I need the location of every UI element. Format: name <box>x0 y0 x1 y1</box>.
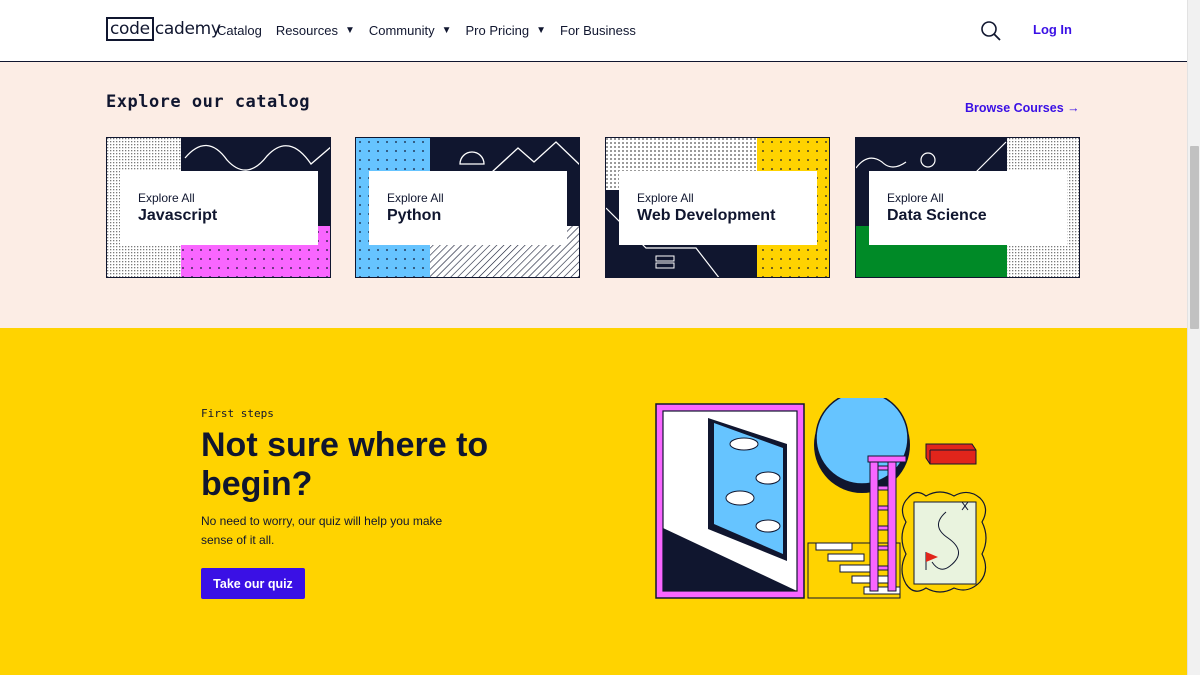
nav-link-resources[interactable]: Resources ▼ <box>276 23 355 38</box>
nav-link-community[interactable]: Community ▼ <box>369 23 452 38</box>
page-scrollbar[interactable] <box>1187 0 1200 675</box>
card-title: Data Science <box>887 207 987 224</box>
codecademy-logo[interactable]: code cademy <box>106 17 221 41</box>
login-link[interactable]: Log In <box>1033 22 1072 37</box>
caret-down-icon: ▼ <box>536 25 546 36</box>
nav-link-label: Community <box>368 23 435 38</box>
search-button[interactable] <box>980 20 1002 42</box>
top-navbar: code cademy Catalog Resources ▼ Communit… <box>0 0 1187 62</box>
quiz-description: No need to worry, our quiz will help you… <box>201 514 443 547</box>
card-title: Javascript <box>138 207 218 224</box>
logo-box-text: code <box>106 17 154 41</box>
first-steps-eyebrow: First steps <box>201 407 274 420</box>
card-subtitle: Explore All <box>387 191 444 205</box>
nav-link-for-business[interactable]: For Business <box>560 23 636 38</box>
card-label-panel: Explore All Python <box>369 171 567 245</box>
card-subtitle: Explore All <box>637 191 694 205</box>
card-title: Web Development <box>637 207 776 224</box>
nav-link-catalog[interactable]: Catalog <box>217 23 262 38</box>
catalog-card-python[interactable]: Explore All Python <box>355 137 580 278</box>
card-label-panel: Explore All Data Science <box>869 171 1067 245</box>
catalog-card-web-development[interactable]: Explore All Web Development <box>605 137 830 278</box>
nav-link-label: Pro Pricing <box>465 23 530 38</box>
catalog-card-javascript[interactable]: Explore All Javascript <box>106 137 331 278</box>
logo-rest-text: cademy <box>154 19 221 39</box>
search-icon <box>981 21 1001 41</box>
nav-link-label: Catalog <box>217 23 262 38</box>
caret-down-icon: ▼ <box>441 25 452 36</box>
scrollbar-thumb[interactable] <box>1190 146 1199 329</box>
quiz-headline: Not sure where to begin? <box>201 426 489 503</box>
nav-links: Catalog Resources ▼ Community ▼ Pro Pric… <box>217 0 636 61</box>
browse-courses-link[interactable]: Browse Courses → <box>965 101 1080 115</box>
card-subtitle: Explore All <box>887 191 944 205</box>
catalog-card-data-science[interactable]: Explore All Data Science <box>855 137 1080 278</box>
nav-link-label: For Business <box>560 23 636 38</box>
card-subtitle: Explore All <box>138 191 195 205</box>
catalog-title: Explore our catalog <box>106 92 310 112</box>
card-label-panel: Explore All Web Development <box>619 171 817 245</box>
caret-down-icon: ▼ <box>344 25 355 36</box>
nav-link-pro-pricing[interactable]: Pro Pricing ▼ <box>466 23 546 38</box>
quiz-illustration <box>655 398 987 599</box>
take-quiz-button[interactable]: Take our quiz <box>201 568 305 599</box>
card-label-panel: Explore All Javascript <box>120 171 318 245</box>
card-title: Python <box>387 207 442 224</box>
first-steps-section: First steps Not sure where to begin? No … <box>0 328 1187 675</box>
nav-link-label: Resources <box>275 23 338 38</box>
catalog-section: Explore our catalog Browse Courses → Exp… <box>0 62 1187 328</box>
